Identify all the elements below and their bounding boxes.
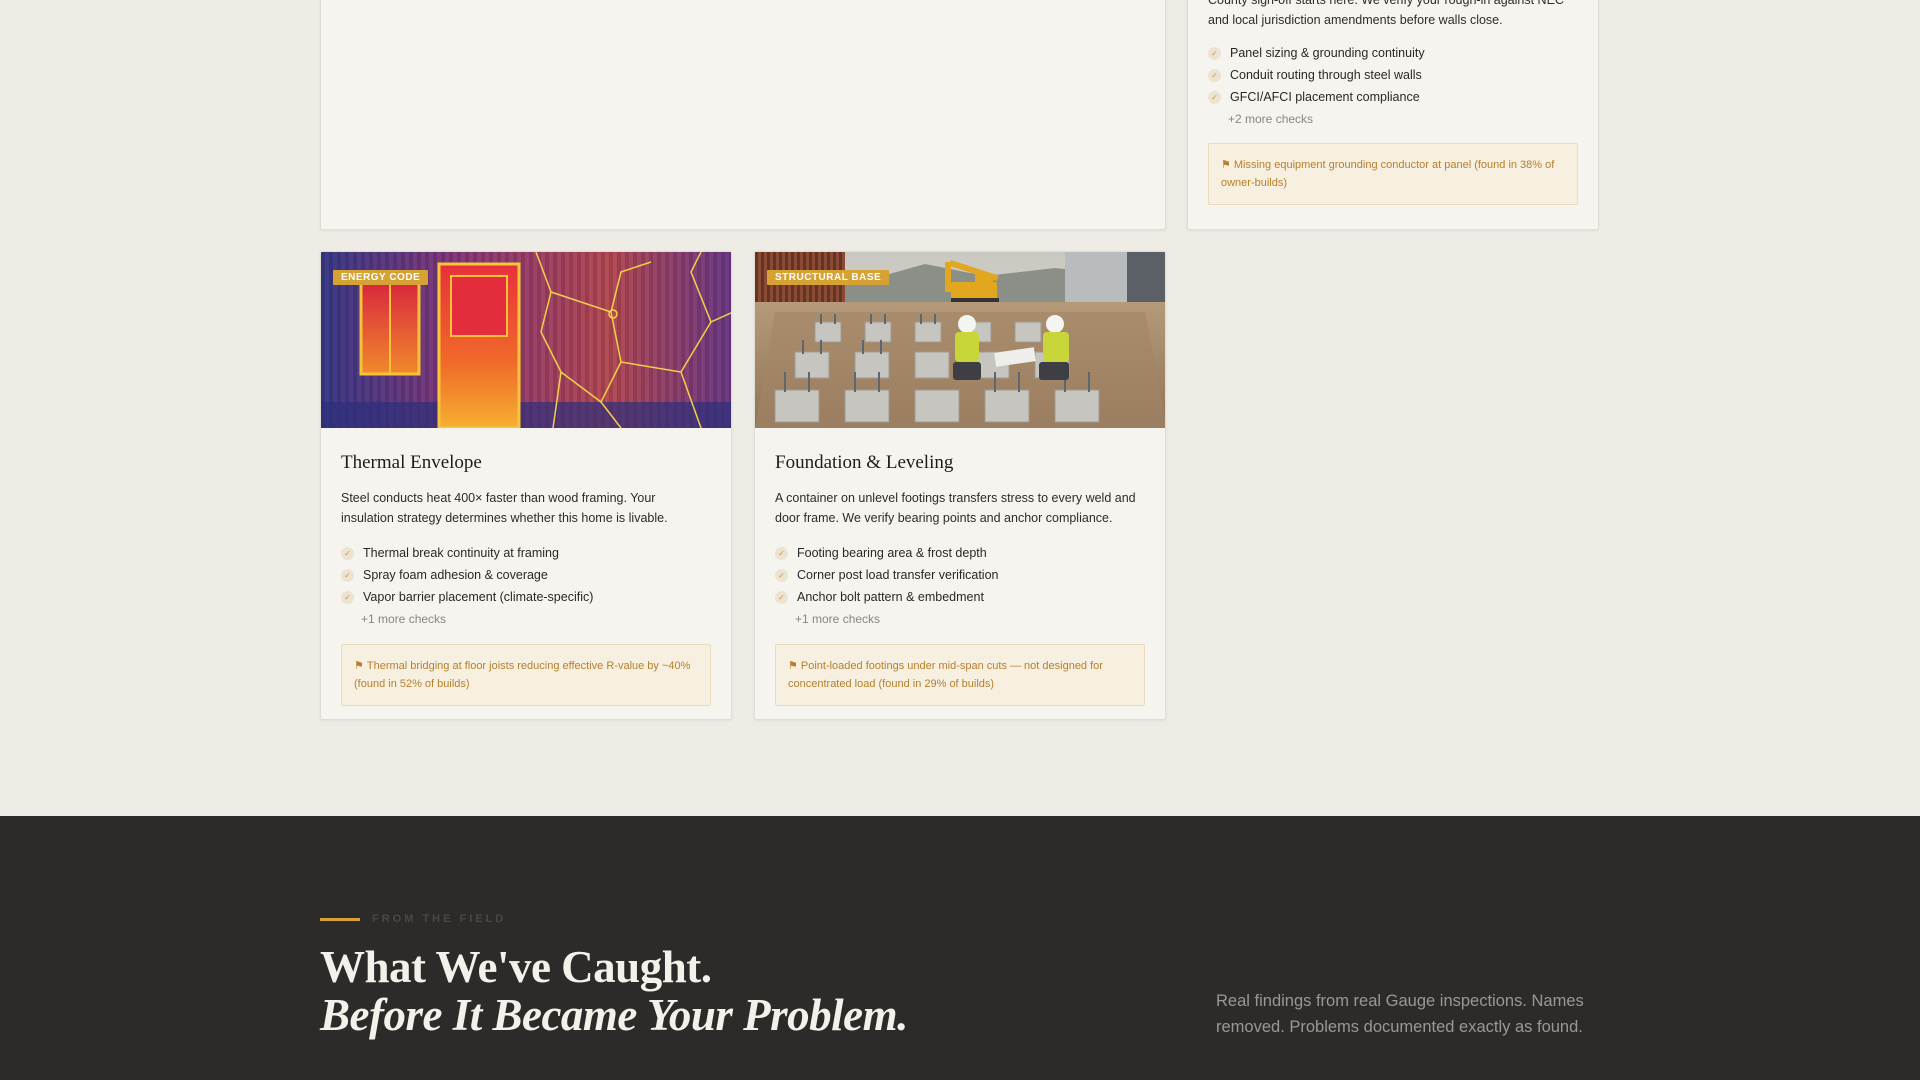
check-label: Footing bearing area & frost depth bbox=[797, 546, 987, 560]
card-description: A container on unlevel footings transfer… bbox=[775, 491, 1136, 525]
from-the-field-section: FROM THE FIELD What We've Caught. Before… bbox=[0, 816, 1920, 1080]
finding-flag: ⚑ Point-loaded footings under mid-span cu… bbox=[775, 644, 1145, 706]
finding-flag: ⚑ Missing equipment grounding conductor a… bbox=[1208, 143, 1578, 205]
eyebrow-rule bbox=[320, 917, 360, 921]
check-item: ✓ Thermal break continuity at framing bbox=[341, 542, 711, 564]
finding-flag: ⚑ Thermal bridging at floor joists reduci… bbox=[341, 644, 711, 706]
thermal-envelope-card[interactable]: ENERGY CODE Thermal Envelope Steel condu… bbox=[320, 251, 732, 720]
flag-icon: ⚑ bbox=[1221, 159, 1231, 171]
check-icon: ✓ bbox=[1208, 46, 1221, 60]
check-label: Anchor bolt pattern & embedment bbox=[797, 590, 984, 604]
check-label: Conduit routing through steel walls bbox=[1230, 68, 1422, 82]
flag-text: Point-loaded footings under mid-span cut… bbox=[788, 660, 1103, 690]
check-item: ✓ Vapor barrier placement (climate-speci… bbox=[341, 586, 711, 608]
check-icon: ✓ bbox=[775, 590, 788, 604]
more-checks-link[interactable]: +1 more checks bbox=[775, 608, 1145, 630]
foundation-leveling-card[interactable]: STRUCTURAL BASE Foundation & Leveling A … bbox=[754, 251, 1166, 720]
check-label: Spray foam adhesion & coverage bbox=[363, 568, 548, 582]
check-icon: ✓ bbox=[1208, 90, 1221, 104]
category-badge: ENERGY CODE bbox=[333, 270, 429, 285]
check-label: GFCI/AFCI placement compliance bbox=[1230, 90, 1420, 104]
card-description: County sign-off starts here. We verify y… bbox=[1208, 0, 1564, 27]
more-checks-link[interactable]: +2 more checks bbox=[1208, 108, 1578, 130]
flag-text: Missing equipment grounding conductor at… bbox=[1221, 159, 1555, 189]
check-item: ✓ Corner post load transfer verification bbox=[775, 564, 1145, 586]
check-item: ✓ Footing bearing area & frost depth bbox=[775, 542, 1145, 564]
headline-line-1: What We've Caught. bbox=[320, 942, 712, 992]
thermal-image: ENERGY CODE bbox=[321, 252, 731, 428]
check-list: ✓ Panel sizing & grounding continuity ✓ … bbox=[1208, 42, 1578, 108]
more-checks-link[interactable]: +1 more checks bbox=[341, 608, 711, 630]
check-icon: ✓ bbox=[341, 546, 354, 560]
check-label: Thermal break continuity at framing bbox=[363, 546, 559, 560]
section-lede: Real findings from real Gauge inspection… bbox=[1216, 992, 1584, 1036]
check-item: ✓ Conduit routing through steel walls bbox=[1208, 64, 1578, 86]
flag-text: Thermal bridging at floor joists reducin… bbox=[354, 660, 691, 690]
page: County sign-off starts here. We verify y… bbox=[0, 0, 1920, 1080]
check-list: ✓ Footing bearing area & frost depth ✓ C… bbox=[775, 542, 1145, 608]
check-icon: ✓ bbox=[775, 568, 788, 582]
card-description: Steel conducts heat 400× faster than woo… bbox=[341, 491, 668, 525]
card-title: Thermal Envelope bbox=[341, 452, 482, 473]
check-icon: ✓ bbox=[341, 590, 354, 604]
electrical-card: County sign-off starts here. We verify y… bbox=[1187, 0, 1599, 230]
check-item: ✓ GFCI/AFCI placement compliance bbox=[1208, 86, 1578, 108]
check-list: ✓ Thermal break continuity at framing ✓ … bbox=[341, 542, 711, 608]
check-item: ✓ Panel sizing & grounding continuity bbox=[1208, 42, 1578, 64]
card-title: Foundation & Leveling bbox=[775, 452, 954, 473]
check-label: Panel sizing & grounding continuity bbox=[1230, 46, 1425, 60]
flag-icon: ⚑ bbox=[354, 660, 364, 672]
check-icon: ✓ bbox=[1208, 68, 1221, 82]
headline-line-2: Before It Became Your Problem. bbox=[320, 990, 908, 1040]
check-item: ✓ Spray foam adhesion & coverage bbox=[341, 564, 711, 586]
check-label: Corner post load transfer verification bbox=[797, 568, 999, 582]
category-badge: STRUCTURAL BASE bbox=[767, 270, 890, 285]
section-eyebrow: FROM THE FIELD bbox=[320, 913, 506, 925]
check-label: Vapor barrier placement (climate-specifi… bbox=[363, 590, 594, 604]
check-icon: ✓ bbox=[775, 546, 788, 560]
check-icon: ✓ bbox=[341, 568, 354, 582]
foundation-image: STRUCTURAL BASE bbox=[755, 252, 1165, 428]
check-item: ✓ Anchor bolt pattern & embedment bbox=[775, 586, 1145, 608]
flag-icon: ⚑ bbox=[788, 660, 798, 672]
eyebrow-label: FROM THE FIELD bbox=[372, 913, 507, 925]
media-card-placeholder bbox=[320, 0, 1166, 230]
section-headline: What We've Caught. Before It Became Your… bbox=[320, 943, 908, 1039]
